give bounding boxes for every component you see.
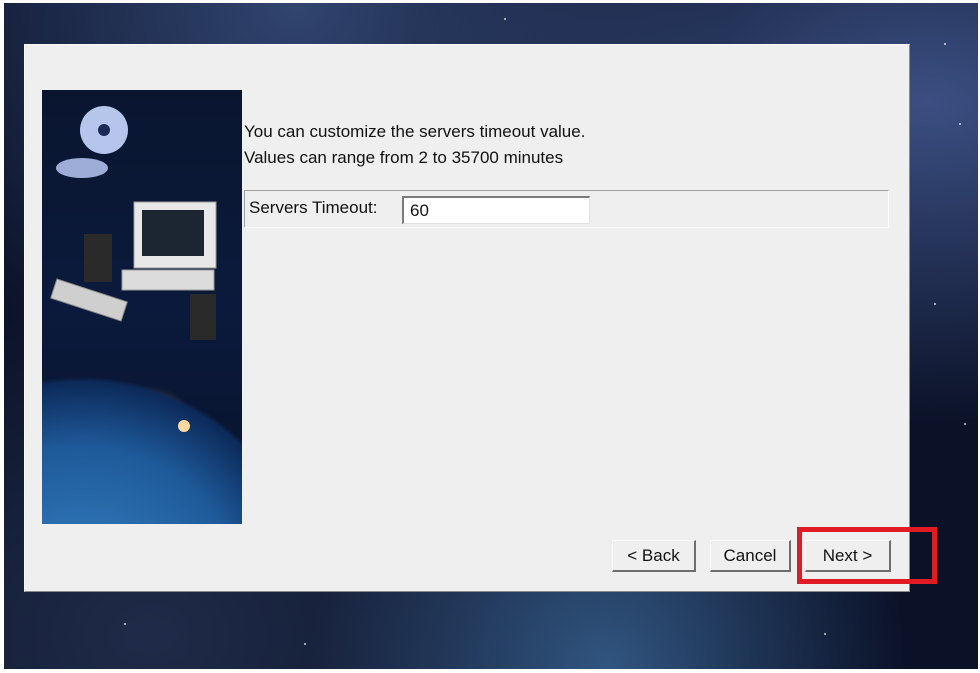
cancel-button[interactable]: Cancel xyxy=(710,540,791,572)
intro-text: You can customize the servers timeout va… xyxy=(244,119,585,171)
star xyxy=(964,423,966,425)
star xyxy=(944,43,946,45)
star xyxy=(959,123,961,125)
star xyxy=(824,633,826,635)
servers-timeout-label: Servers Timeout: xyxy=(249,198,378,217)
setup-wizard-dialog: You can customize the servers timeout va… xyxy=(24,44,910,592)
back-button[interactable]: < Back xyxy=(612,540,696,572)
servers-timeout-input[interactable] xyxy=(402,196,590,224)
wizard-side-image xyxy=(42,90,242,524)
intro-line-1: You can customize the servers timeout va… xyxy=(244,122,586,141)
star xyxy=(124,623,126,625)
timeout-field-group: Servers Timeout: xyxy=(244,190,889,228)
computer-illustration-icon xyxy=(50,106,217,432)
star xyxy=(304,643,306,645)
star xyxy=(504,18,506,20)
intro-line-2: Values can range from 2 to 35700 minutes xyxy=(244,148,564,167)
next-button[interactable]: Next > xyxy=(805,540,891,572)
star xyxy=(934,303,936,305)
